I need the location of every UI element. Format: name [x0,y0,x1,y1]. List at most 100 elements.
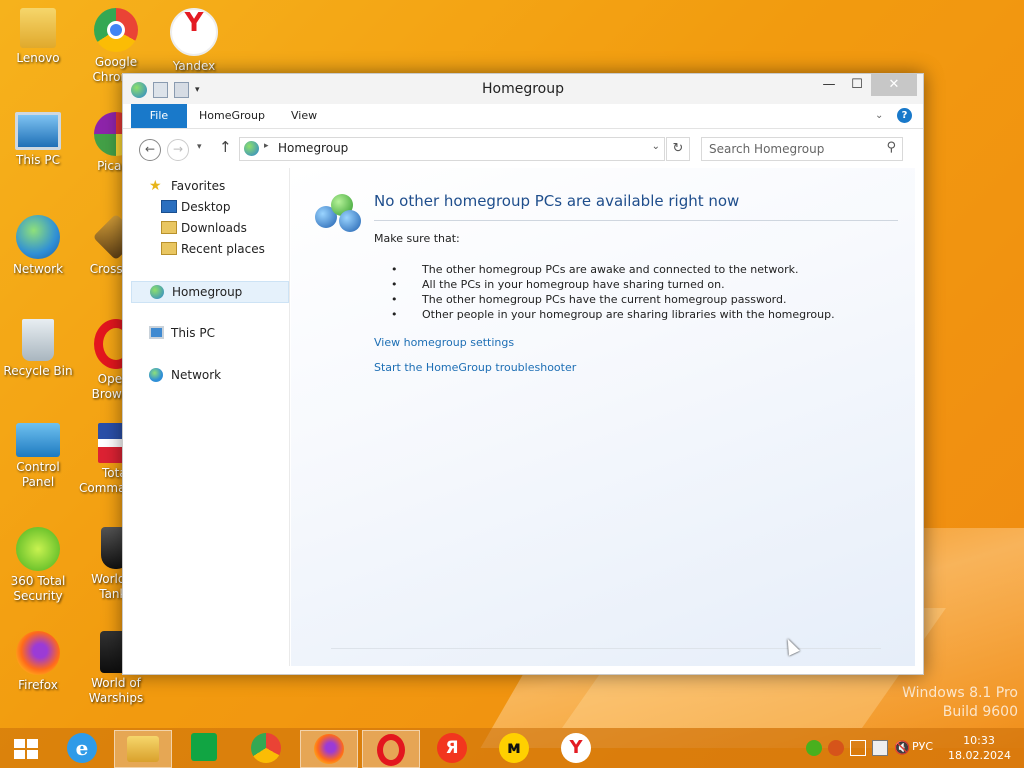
desktop-icon-firefox[interactable]: Firefox [0,631,76,693]
clock[interactable]: 10:33 18.02.2024 [948,733,1011,763]
nav-network[interactable]: Network [131,365,287,385]
desktop-icon-this-pc[interactable]: This PC [0,112,76,168]
taskbar-yandex-market[interactable]: м [486,730,542,766]
search-icon[interactable]: ⚲ [886,140,896,155]
forward-button[interactable]: → [167,139,189,161]
watermark-edition: Windows 8.1 Pro [902,685,1018,701]
list-item-text: Other people in your homegroup are shari… [422,308,835,321]
firefox-icon [314,734,344,764]
recent-places-icon [161,242,177,255]
input-language[interactable]: РУС [912,740,933,753]
desktop-icon-label: Lenovo [16,51,60,65]
nav-label: Network [171,368,222,382]
taskbar-yandex-browser[interactable]: Y [548,730,604,766]
tray-app-icon[interactable] [828,740,844,756]
start-button[interactable] [0,730,56,766]
desktop-folder-icon [161,200,177,213]
taskbar-opera[interactable] [362,730,420,768]
taskbar-file-explorer[interactable] [114,730,172,768]
nav-this-pc[interactable]: This PC [131,323,287,343]
desktop-icon-360-total-security[interactable]: 360 Total Security [0,527,76,604]
pane-divider [289,168,290,666]
up-arrow-icon[interactable]: ↑ [219,138,232,156]
action-center-flag-icon[interactable] [850,740,866,756]
downloads-folder-icon [161,221,177,234]
star-icon: ★ [149,178,162,194]
back-button[interactable]: ← [139,139,161,161]
taskbar-internet-explorer[interactable]: e [54,730,110,766]
control-panel-icon [16,423,60,457]
windows-logo-icon [14,739,38,759]
nav-homegroup[interactable]: Homegroup [131,281,289,303]
expand-ribbon-icon[interactable]: ⌄ [875,110,883,121]
content-intro: Make sure that: [374,232,460,245]
taskbar-firefox[interactable] [300,730,358,768]
close-button[interactable]: ✕ [871,74,917,96]
opera-icon [377,734,405,766]
title-bar[interactable]: ▾ Homegroup — ☐ ✕ [123,74,923,104]
view-homegroup-settings-link[interactable]: View homegroup settings [374,336,514,349]
list-item-text: The other homegroup PCs are awake and co… [422,263,799,276]
navigation-pane: ★ Favorites Desktop Downloads Recent pla… [131,168,289,668]
homegroup-large-icon [315,190,363,234]
tab-view[interactable]: View [291,104,317,128]
nav-recent-places[interactable]: Recent places [131,239,287,259]
desktop-icon-lenovo[interactable]: Lenovo [0,8,76,66]
system-tray: 🔇 [806,738,910,758]
list-item: • All the PCs in your homegroup have shar… [391,278,725,291]
nav-downloads[interactable]: Downloads [131,218,287,238]
nav-label: Recent places [181,242,265,256]
desktop-icon-label: World of Warships [88,676,144,705]
window-title: Homegroup [481,81,564,97]
homegroup-icon [150,285,164,299]
chevron-right-icon[interactable]: ▸ [264,141,269,151]
security-tray-icon[interactable] [806,740,822,756]
ribbon-tabs: File HomeGroup View ⌄ ? [123,104,923,129]
address-box[interactable]: ▸ Homegroup ⌄ [239,137,665,161]
nav-label: Downloads [181,221,247,235]
network-icon [149,368,163,382]
content-heading: No other homegroup PCs are available rig… [374,192,740,210]
desktop-icon-network[interactable]: Network [0,215,76,277]
yandex-browser-icon: Y [170,8,218,56]
address-path[interactable]: Homegroup [278,141,348,155]
computer-icon [149,326,164,339]
desktop-icon-label: Yandex [172,59,216,73]
address-bar-row: ← → ▾ ↑ ▸ Homegroup ⌄ ↻ Search Homegroup… [123,129,923,169]
internet-explorer-icon: e [67,733,97,763]
heading-divider [374,220,898,221]
desktop-icon-label: Recycle Bin [3,364,73,378]
homegroup-troubleshooter-link[interactable]: Start the HomeGroup troubleshooter [374,361,576,374]
search-input[interactable]: Search Homegroup ⚲ [701,137,903,161]
desktop-icon-recycle-bin[interactable]: Recycle Bin [0,319,76,379]
list-item: • The other homegroup PCs are awake and c… [391,263,799,276]
nav-label: Homegroup [172,285,243,299]
explorer-window: ▾ Homegroup — ☐ ✕ File HomeGroup View ⌄ … [122,73,924,675]
homegroup-icon [244,141,259,156]
recent-locations-icon[interactable]: ▾ [197,142,202,152]
tab-file[interactable]: File [131,104,187,128]
refresh-button[interactable]: ↻ [666,137,690,161]
help-icon[interactable]: ? [897,108,912,123]
nav-label: This PC [171,326,215,340]
desktop-icon-label: Network [12,262,64,276]
clock-time: 10:33 [963,734,995,747]
desktop-icon-control-panel[interactable]: Control Panel [0,423,76,490]
list-item-text: The other homegroup PCs have the current… [422,293,787,306]
network-tray-icon[interactable] [872,740,888,756]
plus-shield-icon [16,527,60,571]
taskbar-chrome[interactable] [238,730,294,766]
nav-desktop[interactable]: Desktop [131,197,287,217]
desktop-icon-yandex[interactable]: Y Yandex [156,8,232,74]
volume-muted-icon[interactable]: 🔇 [894,741,910,756]
globe-icon [16,215,60,259]
address-dropdown-icon[interactable]: ⌄ [652,141,660,152]
taskbar-store[interactable] [176,730,232,766]
list-item: • Other people in your homegroup are shar… [391,308,835,321]
chrome-icon [251,733,281,763]
taskbar-yandex-app[interactable]: Я [424,730,480,766]
tab-homegroup[interactable]: HomeGroup [199,104,265,128]
file-explorer-icon [127,736,159,762]
nav-favorites[interactable]: ★ Favorites [131,176,287,196]
taskbar: e Я м Y 🔇 РУС 10:33 18.02.2024 [0,728,1024,768]
